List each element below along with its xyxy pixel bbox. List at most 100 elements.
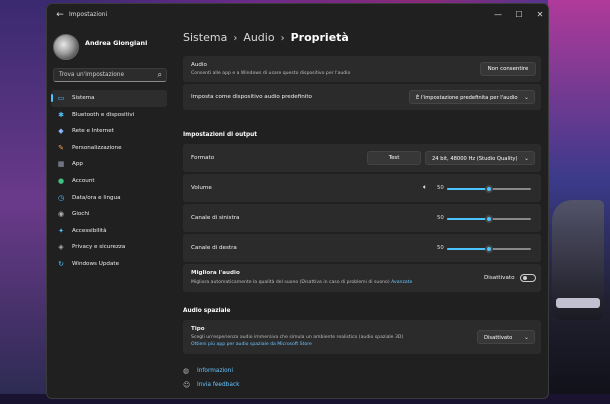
spatial-type-card: Tipo Scegli un'esperienza audio immersiv…	[183, 320, 541, 354]
format-value: 24 bit, 48000 Hz (Studio Quality)	[432, 156, 518, 162]
clock-globe-icon: ◷	[57, 193, 65, 202]
spatial-store-link[interactable]: Ottieni più app per audio spaziale da Mi…	[191, 342, 312, 347]
sidebar-item-bluetooth-e-dispositivi[interactable]: ✱ Bluetooth e dispositivi	[51, 107, 167, 124]
back-arrow-icon[interactable]: ←	[53, 8, 67, 22]
sidebar-item-label: Rete e Internet	[72, 128, 114, 135]
sidebar-item-label: Account	[72, 177, 95, 184]
sidebar-item-sistema[interactable]: ▭ Sistema	[51, 90, 167, 107]
chevron-down-icon: ⌄	[523, 94, 529, 101]
sidebar-item-rete-e-internet[interactable]: ◆ Rete e Internet	[51, 123, 167, 140]
speaker-icon: 🔈︎	[423, 183, 428, 191]
monitor-icon: ▭	[57, 94, 65, 102]
close-icon[interactable]: ✕	[530, 8, 548, 22]
sidebar-item-label: App	[72, 161, 83, 168]
right-channel-card: Canale di destra 50	[183, 234, 541, 262]
sidebar-item-label: Data/ora e lingua	[72, 194, 121, 201]
right-channel-slider-thumb[interactable]	[485, 245, 493, 253]
bluetooth-icon: ✱	[58, 110, 64, 119]
user-name: Andrea Giongiani	[85, 39, 148, 47]
brush-icon: ✎	[58, 143, 64, 152]
chevron-down-icon: ⌄	[523, 155, 529, 162]
right-channel-slider[interactable]	[447, 244, 531, 254]
default-device-card: Imposta come dispositivo audio predefini…	[183, 84, 541, 110]
sidebar-item-windows-update[interactable]: ↻ Windows Update	[51, 256, 167, 273]
accessibility-icon: ✦	[58, 226, 64, 235]
left-channel-slider-thumb[interactable]	[485, 215, 493, 223]
sidebar-item-label: Sistema	[72, 95, 95, 101]
left-channel-label: Canale di sinistra	[191, 215, 240, 221]
sidebar-item-giochi[interactable]: ◉ Giochi	[51, 206, 167, 223]
default-device-value: È l'impostazione predefinita per l'audio	[416, 95, 518, 101]
sidebar: Andrea Giongiani Trova un'impostazione ⌕…	[47, 26, 175, 398]
volume-slider-thumb[interactable]	[485, 185, 493, 193]
window-title: Impostazioni	[69, 11, 108, 18]
avatar[interactable]	[53, 34, 79, 60]
output-section-title: Impostazioni di output	[183, 132, 258, 138]
spatial-type-desc: Scegli un'esperienza audio immersiva che…	[191, 335, 404, 340]
spatial-type-dropdown[interactable]: Disattivato ⌄	[477, 330, 535, 344]
sidebar-item-account[interactable]: ● Account	[51, 173, 167, 190]
gamepad-icon: ◉	[57, 210, 65, 219]
feedback-icon: ☺	[183, 381, 191, 389]
default-device-dropdown[interactable]: È l'impostazione predefinita per l'audio…	[409, 90, 535, 104]
sidebar-item-label: Giochi	[72, 211, 90, 218]
sidebar-item-app[interactable]: ▦ App	[51, 156, 167, 173]
invia-feedback-link[interactable]: Invia feedback	[197, 382, 239, 388]
sidebar-item-data-ora-e-lingua[interactable]: ◷ Data/ora e lingua	[51, 190, 167, 207]
right-channel-value: 50	[437, 245, 444, 251]
wifi-icon: ◆	[58, 127, 64, 136]
settings-content: Audio Consenti alle app e a Windows di u…	[183, 52, 541, 398]
enhance-audio-toggle[interactable]	[520, 274, 536, 282]
title-bar: ← Impostazioni — ☐ ✕	[47, 4, 548, 26]
enhance-audio-desc-text: Migliora automaticamente la qualità del …	[191, 280, 390, 285]
enhance-audio-desc: Migliora automaticamente la qualità del …	[191, 280, 412, 285]
format-dropdown[interactable]: 24 bit, 48000 Hz (Studio Quality) ⌄	[425, 151, 535, 165]
search-placeholder: Trova un'impostazione	[59, 72, 125, 78]
sidebar-item-label: Accessibilità	[72, 227, 107, 234]
page-title: Proprietà	[290, 31, 349, 44]
spatial-type-label: Tipo	[191, 326, 205, 332]
informazioni-link[interactable]: Informazioni	[197, 368, 233, 374]
sidebar-item-label: Privacy e sicurezza	[72, 244, 126, 251]
enhance-audio-state: Disattivato	[484, 275, 515, 281]
default-device-label: Imposta come dispositivo audio predefini…	[191, 94, 312, 100]
breadcrumb-chevron-icon: ›	[280, 33, 285, 44]
volume-slider[interactable]	[447, 184, 531, 194]
sidebar-item-privacy-e-sicurezza[interactable]: ◈ Privacy e sicurezza	[51, 239, 167, 256]
non-consentire-button[interactable]: Non consentire	[480, 62, 536, 76]
sidebar-item-label: Personalizzazione	[72, 144, 122, 151]
left-channel-slider[interactable]	[447, 214, 531, 224]
left-channel-value: 50	[437, 215, 444, 221]
shield-icon: ◈	[58, 243, 64, 252]
audio-permission-label: Audio	[191, 62, 207, 68]
chevron-down-icon: ⌄	[523, 334, 529, 341]
avanzate-link[interactable]: Avanzate	[391, 280, 412, 285]
sidebar-item-label: Windows Update	[72, 260, 120, 267]
breadcrumb-sistema[interactable]: Sistema	[183, 31, 227, 44]
spatial-type-value: Disattivato	[484, 335, 513, 341]
left-channel-card: Canale di sinistra 50	[183, 204, 541, 232]
spatial-section-title: Audio spaziale	[183, 308, 231, 314]
search-input[interactable]: Trova un'impostazione ⌕	[53, 68, 167, 82]
wallpaper-car-light	[556, 298, 600, 308]
volume-value: 50	[437, 185, 444, 191]
breadcrumb-chevron-icon: ›	[233, 33, 238, 44]
format-card: Formato Test 24 bit, 48000 Hz (Studio Qu…	[183, 144, 541, 172]
enhance-audio-label: Migliora l'audio	[191, 270, 240, 276]
sidebar-item-personalizzazione[interactable]: ✎ Personalizzazione	[51, 140, 167, 157]
format-label: Formato	[191, 155, 215, 161]
sidebar-item-accessibilità[interactable]: ✦ Accessibilità	[51, 223, 167, 240]
volume-label: Volume	[191, 185, 212, 191]
audio-permission-card: Audio Consenti alle app e a Windows di u…	[183, 56, 541, 82]
breadcrumb: Sistema › Audio › Proprietà	[183, 31, 349, 44]
update-icon: ↻	[58, 259, 64, 268]
breadcrumb-audio[interactable]: Audio	[243, 31, 274, 44]
right-channel-label: Canale di destra	[191, 245, 237, 251]
sidebar-item-label: Bluetooth e dispositivi	[72, 111, 135, 118]
sidebar-nav: ▭ Sistema ✱ Bluetooth e dispositivi ◆ Rete e …	[51, 90, 167, 273]
main-pane: Sistema › Audio › Proprietà Audio Consenti a…	[175, 26, 548, 398]
test-button[interactable]: Test	[367, 151, 421, 165]
maximize-icon[interactable]: ☐	[509, 8, 529, 22]
minimize-icon[interactable]: —	[488, 8, 508, 22]
search-icon[interactable]: ⌕	[158, 70, 162, 80]
